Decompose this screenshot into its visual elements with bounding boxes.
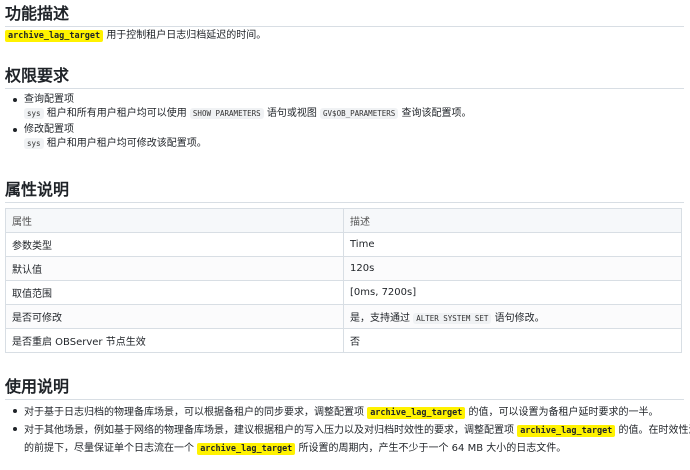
- perm-detail-query: sys 租户和所有用户租户均可以使用 SHOW PARAMETERS 语句或视图…: [24, 107, 471, 121]
- param-code: archive_lag_target: [5, 30, 104, 42]
- permission-list: 查询配置项 sys 租户和所有用户租户均可以使用 SHOW PARAMETERS…: [5, 93, 471, 151]
- usage-text-part: 对于其他场景，例如基于网络的物理备库场景，建议根据租户的写入压力以及对归档时效性…: [24, 425, 514, 436]
- attr-cell: 是否可修改: [5, 304, 344, 329]
- bullet-icon: [13, 409, 17, 413]
- perm-detail-modify: sys 租户和用户租户均可修改该配置项。: [24, 137, 471, 151]
- table-header-row: 属性 描述: [5, 208, 682, 233]
- attr-cell: 是否重启 OBServer 节点生效: [5, 328, 344, 353]
- param-code: archive_lag_target: [197, 443, 296, 455]
- code-sys: sys: [24, 138, 44, 149]
- divider: [5, 202, 684, 203]
- list-item: 对于其他场景，例如基于网络的物理备库场景，建议根据租户的写入压力以及对归档时效性…: [5, 422, 690, 458]
- desc-text: 是，支持通过: [350, 313, 410, 324]
- code-gv-ob-parameters: GV$OB_PARAMETERS: [320, 108, 399, 119]
- code-show-parameters: SHOW PARAMETERS: [189, 108, 264, 119]
- list-item: 查询配置项 sys 租户和所有用户租户均可以使用 SHOW PARAMETERS…: [5, 93, 471, 121]
- bullet-icon: [13, 427, 17, 431]
- usage-list: 对于基于日志归档的物理备库场景，可以根据备租户的同步要求，调整配置项 archi…: [5, 404, 690, 458]
- table-row: 是否重启 OBServer 节点生效 否: [5, 328, 682, 353]
- desc-cell: Time: [343, 232, 682, 257]
- usage-text-part: 的值，可以设置为备租户延时要求的一半。: [468, 407, 659, 418]
- perm-text: 租户和用户租户均可修改该配置项。: [46, 138, 207, 149]
- perm-text: 租户和所有用户租户均可以使用: [46, 108, 187, 119]
- divider: [5, 88, 684, 89]
- usage-text-part: 所设置的周期内，产生不少于一个 64 MB 大小的日志文件。: [298, 443, 567, 454]
- param-code: archive_lag_target: [367, 407, 466, 419]
- perm-text: 语句或视图: [266, 108, 317, 119]
- code-sys: sys: [24, 108, 44, 119]
- usage-text-part: 对于基于日志归档的物理备库场景，可以根据备租户的同步要求，调整配置项: [24, 407, 364, 418]
- list-item: 对于基于日志归档的物理备库场景，可以根据备租户的同步要求，调整配置项 archi…: [5, 404, 690, 422]
- bullet-icon: [13, 128, 17, 132]
- column-header: 描述: [343, 208, 682, 233]
- function-description: archive_lag_target 用于控制租户日志归档延迟的时间。: [5, 29, 266, 43]
- attr-cell: 默认值: [5, 256, 344, 281]
- perm-title-modify: 修改配置项: [24, 124, 74, 135]
- usage-text: 对于基于日志归档的物理备库场景，可以根据备租户的同步要求，调整配置项 archi…: [24, 404, 690, 422]
- desc-text: 语句修改。: [494, 313, 545, 324]
- usage-text: 对于其他场景，例如基于网络的物理备库场景，建议根据租户的写入压力以及对归档时效性…: [24, 422, 690, 440]
- column-header: 属性: [5, 208, 344, 233]
- usage-text: 的前提下，尽量保证单个日志流在一个 archive_lag_target 所设置…: [24, 440, 690, 458]
- divider: [5, 399, 684, 400]
- table-row: 参数类型 Time: [5, 232, 682, 257]
- attributes-table: 属性 描述 参数类型 Time 默认值 120s 取值范围 [0ms, 7200…: [5, 208, 682, 353]
- table-row: 默认值 120s: [5, 256, 682, 281]
- section-heading-attributes: 属性说明: [5, 180, 70, 199]
- code-alter-system-set: ALTER SYSTEM SET: [413, 313, 492, 324]
- table-row: 取值范围 [0ms, 7200s]: [5, 280, 682, 305]
- function-text: 用于控制租户日志归档延迟的时间。: [106, 30, 267, 41]
- section-heading-permission: 权限要求: [5, 66, 70, 85]
- usage-text-part: 的前提下，尽量保证单个日志流在一个: [24, 443, 194, 454]
- desc-cell: 是，支持通过 ALTER SYSTEM SET 语句修改。: [343, 304, 682, 329]
- desc-cell: 否: [343, 328, 682, 353]
- perm-title-query: 查询配置项: [24, 94, 74, 105]
- divider: [5, 26, 684, 27]
- bullet-icon: [13, 98, 17, 102]
- desc-cell: 120s: [343, 256, 682, 281]
- perm-text: 查询该配置项。: [401, 108, 472, 119]
- attr-cell: 取值范围: [5, 280, 344, 305]
- attr-cell: 参数类型: [5, 232, 344, 257]
- table-row: 是否可修改 是，支持通过 ALTER SYSTEM SET 语句修改。: [5, 304, 682, 329]
- section-heading-usage: 使用说明: [5, 377, 70, 396]
- desc-cell: [0ms, 7200s]: [343, 280, 682, 305]
- param-code: archive_lag_target: [517, 425, 616, 437]
- usage-text-part: 的值。在时效性满足: [618, 425, 690, 436]
- list-item: 修改配置项 sys 租户和用户租户均可修改该配置项。: [5, 123, 471, 151]
- section-heading-function: 功能描述: [5, 4, 70, 23]
